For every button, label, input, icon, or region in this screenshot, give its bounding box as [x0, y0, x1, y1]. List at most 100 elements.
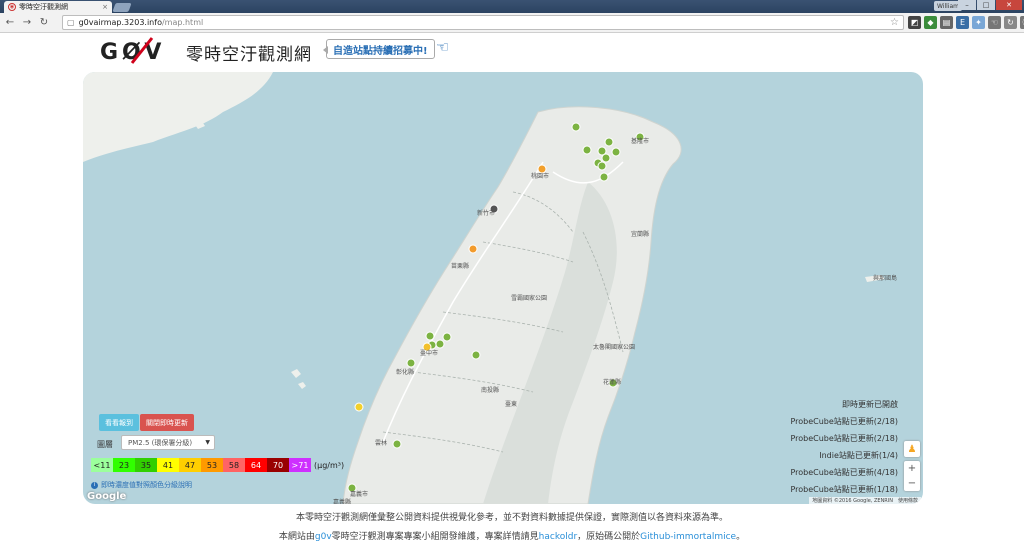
legend-cell: 35: [135, 458, 157, 472]
zoom-out-button[interactable]: −: [904, 476, 920, 491]
site-title: 零時空汙觀測網: [186, 45, 312, 65]
footer-disclaimer: 本零時空汙觀測網僅彙整公開資料提供視覺化參考，並不對資料數據提供保證，實際測值以…: [295, 513, 728, 523]
place-label: 與那國島: [873, 275, 898, 282]
update-status-list: 即時更新已開啟 ProbeCube站點已更新(2/18) ProbeCube站點已更…: [790, 396, 898, 498]
address-bar[interactable]: ▢ g0vairmap.3203.info /map.html ☆: [62, 15, 904, 30]
reload-icon[interactable]: ↻: [37, 15, 51, 31]
status-line: 即時更新已開啟: [842, 400, 898, 409]
page-icon: ▢: [67, 18, 75, 27]
pm25-legend: <11 23 35 41 47 53 58 64 70 >71 (μg/m³): [91, 458, 344, 472]
tab-close-icon[interactable]: ×: [102, 3, 108, 11]
browser-tab[interactable]: ◉ 零時空汙觀測網 ×: [4, 1, 112, 13]
station-marker[interactable]: [571, 122, 581, 132]
station-marker[interactable]: [354, 402, 364, 412]
info-icon: i: [91, 481, 98, 489]
place-label: 嘉義縣: [333, 499, 352, 504]
legend-cell: 23: [113, 458, 135, 472]
station-marker[interactable]: [611, 147, 621, 157]
forward-arrow-icon[interactable]: →: [20, 15, 34, 31]
place-label: 彰化縣: [396, 369, 415, 376]
window-controls: – □ ✕: [958, 0, 1022, 10]
map-attribution[interactable]: 地圖資料 ©2016 Google, ZENRIN 使用條款: [809, 497, 921, 504]
footer-mid: 零時空汙觀測專案專案小組開發維護，專案詳情請見: [331, 532, 539, 542]
layer-selected-value: PM2.5 (環保署分級): [128, 438, 193, 447]
pointing-hand-icon: ☜: [436, 38, 450, 56]
ext-icon-5[interactable]: ✦: [972, 16, 985, 29]
url-host: g0vairmap.3203.info: [78, 18, 162, 27]
place-label: 桃園市: [531, 173, 550, 180]
ext-icon-2[interactable]: ◆: [924, 16, 937, 29]
status-line: ProbeCube站點已更新(1/18): [790, 485, 898, 494]
legend-cell: 64: [245, 458, 267, 472]
station-marker[interactable]: [471, 350, 481, 360]
station-marker[interactable]: [392, 439, 402, 449]
legend-cell: >71: [289, 458, 311, 472]
status-line: ProbeCube站點已更新(2/18): [790, 434, 898, 443]
station-marker[interactable]: [435, 339, 445, 349]
url-path: /map.html: [161, 18, 204, 27]
station-marker[interactable]: [442, 332, 452, 342]
place-label: 嘉義市: [350, 491, 369, 498]
station-marker[interactable]: [599, 172, 609, 182]
footer-credits: 本網站由g0v零時空汙觀測專案專案小組開發維護，專案詳情請見hackoldr，原…: [0, 529, 1024, 542]
station-marker[interactable]: [597, 161, 607, 171]
footer-prefix: 本網站由: [278, 532, 315, 542]
ext-icon-7[interactable]: ↻: [1004, 16, 1017, 29]
place-label: 太魯閣國家公園: [593, 344, 636, 351]
layer-select[interactable]: PM2.5 (環保署分級) ▼: [121, 435, 215, 450]
ext-icon-4[interactable]: E: [956, 16, 969, 29]
g0v-logo[interactable]: GØV: [100, 36, 182, 66]
legend-cell: 47: [179, 458, 201, 472]
legend-unit: (μg/m³): [314, 460, 345, 470]
station-marker[interactable]: [604, 137, 614, 147]
place-label: 宜蘭縣: [631, 231, 650, 238]
legend-cell: 41: [157, 458, 179, 472]
legend-info-link[interactable]: i 即時濃度值對照顏色分級說明: [91, 480, 192, 490]
g0v-link[interactable]: g0v: [315, 532, 332, 542]
tab-title: 零時空汙觀測網: [19, 3, 68, 11]
station-marker[interactable]: [406, 358, 416, 368]
hackoldr-link[interactable]: hackoldr: [539, 532, 577, 542]
map-canvas[interactable]: 桃園市 新竹市 宜蘭縣 苗栗縣 雪霸國家公園 太魯閣國家公園 南投縣 花蓮縣 彰化縣 臺中市 雲林嘉…: [83, 72, 923, 504]
realtime-toggle-button[interactable]: 關閉即時更新: [140, 414, 194, 431]
place-label: 新竹市: [477, 210, 496, 217]
footer-suffix: 。: [736, 532, 746, 542]
place-label: 南投縣: [481, 387, 500, 394]
browser-tabbar: ◉ 零時空汙觀測網 × William – □ ✕: [0, 0, 1024, 13]
place-label: 臺東: [505, 401, 518, 408]
ext-icon-3[interactable]: ▤: [940, 16, 953, 29]
ext-icon-8[interactable]: ⓘ: [1020, 16, 1024, 29]
new-tab-button[interactable]: [112, 3, 132, 12]
legend-cell: 53: [201, 458, 223, 472]
ext-icon-6[interactable]: ☜: [988, 16, 1001, 29]
layer-label: 圖層: [97, 440, 113, 449]
legend-cell: 70: [267, 458, 289, 472]
back-arrow-icon[interactable]: ←: [3, 15, 17, 31]
legend-info-text: 即時濃度值對照顏色分級說明: [101, 481, 192, 489]
place-label: 花蓮縣: [603, 379, 622, 386]
place-label: 苗栗縣: [451, 263, 470, 270]
widget-button[interactable]: 看看報到: [99, 414, 139, 431]
minimize-icon[interactable]: –: [958, 0, 976, 10]
google-logo: Google: [87, 491, 127, 502]
status-line: ProbeCube站點已更新(4/18): [790, 468, 898, 477]
ext-icon-1[interactable]: ◩: [908, 16, 921, 29]
zoom-in-button[interactable]: +: [904, 461, 920, 476]
station-marker[interactable]: [425, 331, 435, 341]
recruit-bubble[interactable]: 自造站點持續招募中!: [323, 39, 435, 59]
bookmark-star-icon[interactable]: ☆: [890, 17, 899, 28]
place-label: 臺中市: [420, 350, 439, 357]
place-label: 雲林: [375, 440, 388, 447]
street-view-pegman-icon[interactable]: ♟: [904, 441, 920, 457]
station-marker[interactable]: [582, 145, 592, 155]
footer-mid2: ，原始碼公開於: [577, 532, 641, 542]
github-link[interactable]: Github-immortalmice: [640, 532, 736, 542]
place-label: 基隆市: [631, 138, 650, 145]
legend-cell: <11: [91, 458, 113, 472]
window-close-icon[interactable]: ✕: [996, 0, 1022, 10]
maximize-icon[interactable]: □: [977, 0, 995, 10]
station-marker[interactable]: [468, 244, 478, 254]
station-marker[interactable]: [601, 153, 611, 163]
status-line: ProbeCube站點已更新(2/18): [790, 417, 898, 426]
site-favicon-icon: ◉: [8, 3, 16, 11]
